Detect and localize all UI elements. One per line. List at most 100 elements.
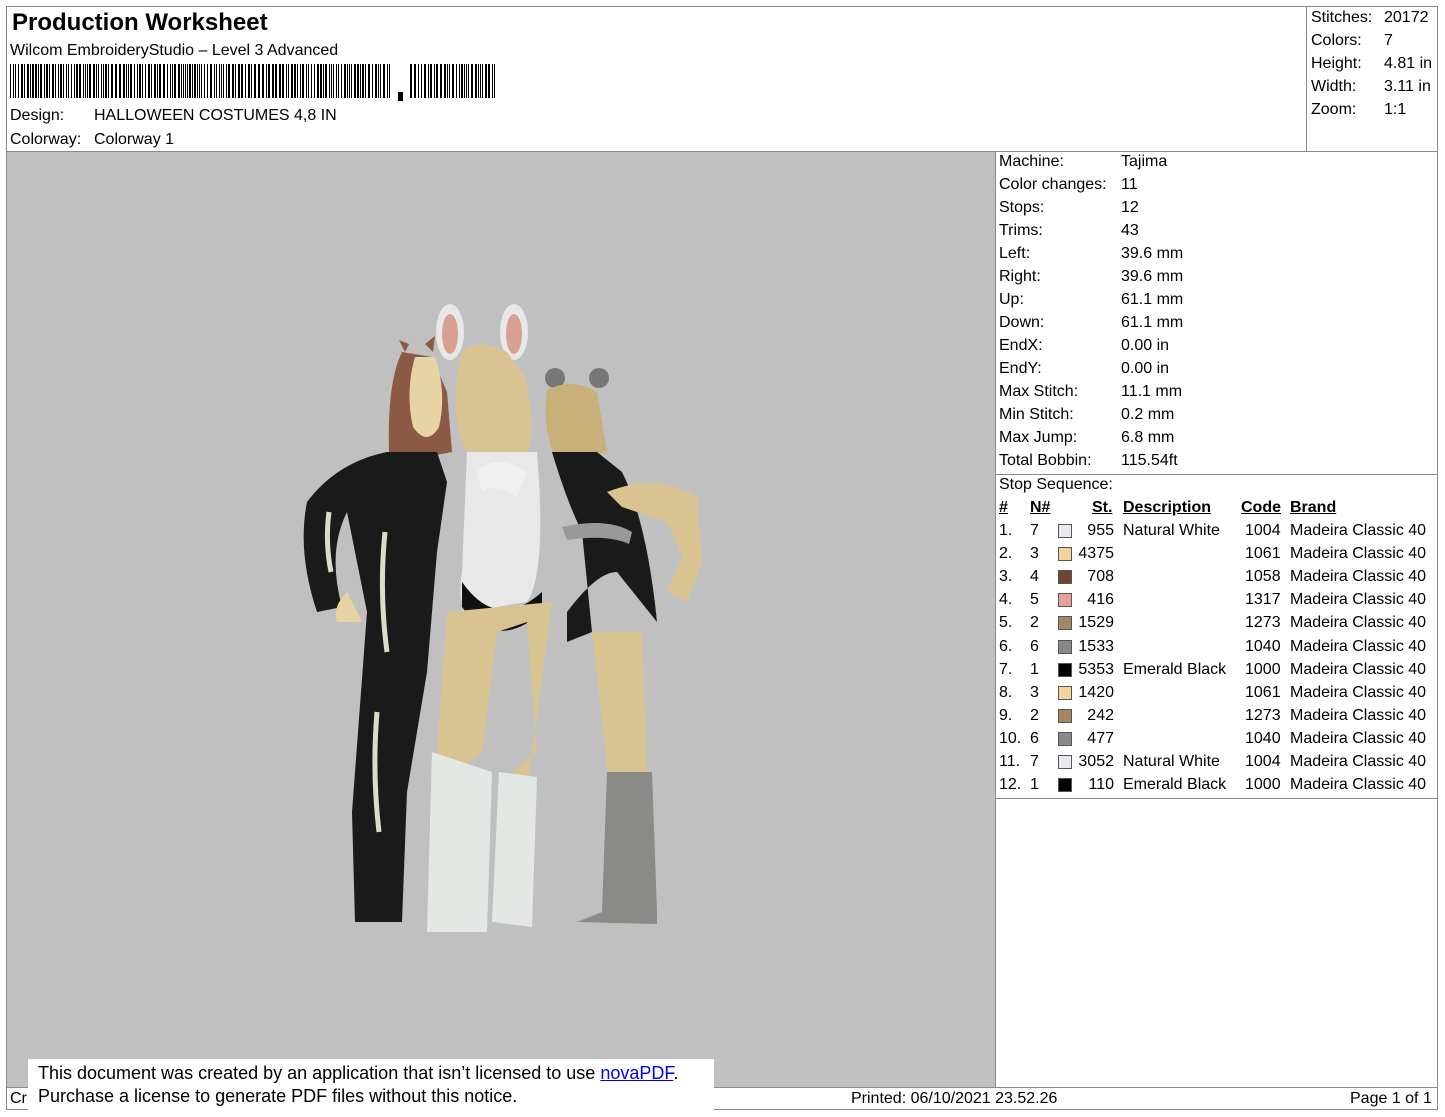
row-code: 1061	[1245, 545, 1281, 563]
row-needle: 4	[1030, 568, 1039, 586]
spec-label: Total Bobbin:	[999, 452, 1092, 469]
row-brand: Madeira Classic 40	[1290, 614, 1427, 632]
stat-value: 1:1	[1384, 101, 1407, 118]
row-number: 6.	[999, 637, 1013, 655]
row-number: 4.	[999, 591, 1013, 609]
footer-left-text: Cr	[10, 1090, 27, 1107]
spec-value: 12	[1121, 199, 1139, 216]
spec-label: Max Jump:	[999, 429, 1078, 446]
notice-text: This document was created by an applicat…	[38, 1063, 601, 1083]
row-brand: Madeira Classic 40	[1290, 545, 1427, 563]
page-title: Production Worksheet	[12, 9, 268, 36]
row-brand: Madeira Classic 40	[1290, 591, 1427, 609]
barcode	[10, 64, 495, 101]
spec-value: 11.1 mm	[1121, 383, 1183, 400]
spec-value: 115.54ft	[1121, 452, 1178, 469]
design-label: Design:	[10, 107, 65, 124]
design-preview	[7, 152, 995, 1087]
color-swatch	[1058, 616, 1072, 631]
row-needle: 7	[1030, 753, 1039, 770]
design-value: HALLOWEEN COSTUMES 4,8 IN	[94, 107, 337, 124]
page-number: Page 1 of 1	[1350, 1090, 1432, 1107]
row-needle: 1	[1030, 660, 1039, 678]
row-number: 2.	[999, 545, 1013, 563]
column-header-code: Code	[1241, 499, 1281, 516]
spec-value: 6.8 mm	[1121, 429, 1175, 446]
notice-line-2: Purchase a license to generate PDF files…	[38, 1086, 518, 1106]
row-number: 12.	[999, 776, 1022, 794]
row-code: 1040	[1245, 637, 1281, 655]
row-needle: 3	[1030, 683, 1039, 701]
sequence-divider	[995, 798, 1438, 799]
row-needle: 5	[1030, 591, 1039, 609]
row-code: 1004	[1245, 753, 1281, 770]
column-header-description: Description	[1123, 499, 1212, 516]
row-brand: Madeira Classic 40	[1290, 683, 1427, 701]
spec-label: Down:	[999, 314, 1045, 331]
row-description: Natural White	[1123, 522, 1220, 539]
software-name: Wilcom EmbroideryStudio – Level 3 Advanc…	[10, 42, 339, 59]
row-stitches: 110	[1088, 776, 1114, 794]
row-number: 7.	[999, 660, 1013, 678]
row-stitches: 1533	[1078, 637, 1114, 655]
spec-label: Up:	[999, 291, 1024, 308]
spec-label: Right:	[999, 268, 1041, 285]
row-needle: 6	[1030, 637, 1039, 655]
novapdf-link[interactable]: novaPDF	[600, 1063, 673, 1083]
spec-label: Machine:	[999, 153, 1064, 170]
row-code: 1058	[1245, 568, 1281, 586]
spec-label: Max Stitch:	[999, 383, 1079, 400]
stat-label: Colors:	[1311, 32, 1362, 49]
row-code: 1000	[1245, 660, 1281, 678]
row-brand: Madeira Classic 40	[1290, 706, 1427, 724]
figure-right	[545, 368, 702, 924]
row-brand: Madeira Classic 40	[1290, 753, 1427, 770]
stat-value: 3.11 in	[1384, 78, 1431, 95]
spec-value: 0.00 in	[1121, 337, 1170, 354]
color-swatch	[1058, 639, 1072, 654]
row-code: 1040	[1245, 729, 1281, 747]
spec-value: 39.6 mm	[1121, 245, 1184, 262]
row-number: 5.	[999, 614, 1013, 632]
spec-value: 61.1 mm	[1121, 291, 1184, 308]
row-code: 1317	[1245, 591, 1281, 609]
row-stitches: 955	[1087, 522, 1114, 539]
row-description: Emerald Black	[1123, 660, 1227, 678]
row-number: 3.	[999, 568, 1013, 586]
column-header-needle: N#	[1030, 499, 1051, 516]
stat-value: 20172	[1384, 9, 1429, 26]
spec-label: EndY:	[999, 360, 1042, 377]
stat-value: 4.81 in	[1384, 55, 1433, 72]
row-stitches: 242	[1087, 706, 1114, 724]
column-header-num: #	[999, 499, 1008, 516]
row-needle: 6	[1030, 729, 1039, 747]
color-swatch	[1058, 570, 1072, 585]
spec-label: Color changes:	[999, 176, 1107, 193]
notice-line-1: This document was created by an applicat…	[38, 1062, 714, 1085]
row-number: 10.	[999, 729, 1022, 747]
stat-label: Height:	[1311, 55, 1362, 72]
row-stitches: 1420	[1078, 683, 1114, 701]
notice-period: .	[673, 1063, 679, 1083]
spec-label: EndX:	[999, 337, 1043, 354]
stat-label: Zoom:	[1311, 101, 1357, 118]
row-code: 1000	[1245, 776, 1281, 794]
spec-label: Trims:	[999, 222, 1043, 239]
row-stitches: 708	[1087, 568, 1114, 586]
spec-value: Tajima	[1121, 153, 1168, 170]
row-stitches: 5353	[1078, 660, 1114, 678]
row-stitches: 1529	[1078, 614, 1114, 632]
row-description: Natural White	[1123, 753, 1220, 770]
license-notice: This document was created by an applicat…	[28, 1059, 714, 1113]
color-swatch	[1058, 778, 1072, 793]
row-stitches: 3052	[1078, 753, 1114, 770]
spec-label: Min Stitch:	[999, 406, 1074, 423]
spec-value: 11	[1121, 176, 1138, 193]
color-swatch	[1058, 547, 1072, 562]
spec-label: Left:	[999, 245, 1031, 262]
row-needle: 7	[1030, 522, 1039, 539]
color-swatch	[1058, 755, 1072, 769]
row-brand: Madeira Classic 40	[1290, 568, 1427, 586]
row-number: 9.	[999, 706, 1013, 724]
spec-value: 0.00 in	[1121, 360, 1170, 377]
